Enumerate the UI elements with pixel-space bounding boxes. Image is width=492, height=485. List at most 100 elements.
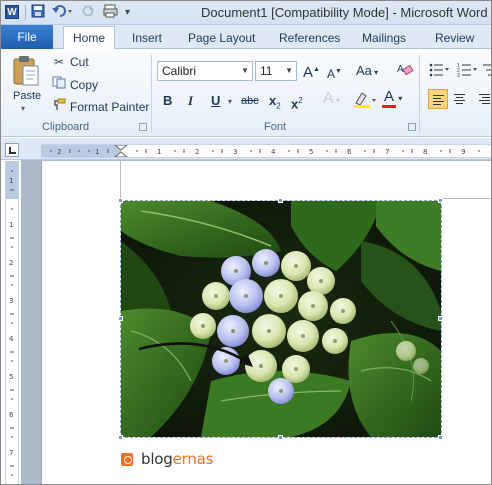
bullets-icon[interactable] xyxy=(429,63,451,81)
change-case-glyph: Aa xyxy=(356,63,372,78)
paste-icon[interactable] xyxy=(11,55,41,87)
svg-text:6: 6 xyxy=(9,411,14,419)
vruler-ticks: 1 1 2 3 4 5 6 7 xyxy=(9,170,14,476)
cut-button[interactable]: ✂ Cut xyxy=(51,54,89,70)
svg-text:7: 7 xyxy=(385,148,389,156)
print-preview-icon[interactable] xyxy=(103,4,121,22)
svg-text:7: 7 xyxy=(9,449,13,457)
customize-qat-icon[interactable]: ▾ xyxy=(125,4,130,22)
font-size-select[interactable]: 11 ▼ xyxy=(255,61,297,81)
bold-button[interactable]: B xyxy=(163,93,172,109)
resize-handle[interactable] xyxy=(118,198,123,203)
svg-text:5: 5 xyxy=(309,148,313,156)
chevron-down-icon: ▼ xyxy=(241,66,249,75)
save-icon[interactable] xyxy=(31,4,45,22)
align-left-button[interactable] xyxy=(428,89,448,109)
resize-handle[interactable] xyxy=(438,198,443,203)
svg-text:1: 1 xyxy=(157,148,161,156)
watermark-suffix: ernas xyxy=(172,450,214,468)
resize-handle[interactable] xyxy=(438,316,443,321)
scissors-icon: ✂ xyxy=(53,55,65,69)
paintbrush-icon xyxy=(51,98,67,115)
word-window: W ▾ Document1 [Compatibility Mode] - Mic… xyxy=(0,0,492,485)
redo-icon[interactable] xyxy=(81,4,95,22)
margin-corner-mark xyxy=(441,198,491,199)
font-family-value: Calibri xyxy=(162,64,197,78)
copy-label: Copy xyxy=(70,78,99,92)
multilevel-list-icon[interactable] xyxy=(483,63,491,81)
highlight-icon[interactable] xyxy=(353,91,379,113)
svg-text:1: 1 xyxy=(9,221,13,229)
subscript-button[interactable]: x2 xyxy=(269,93,281,115)
image-selection-frame xyxy=(120,200,442,438)
italic-button[interactable]: I xyxy=(188,93,193,109)
text-effects-glyph: A xyxy=(323,90,334,107)
clipboard-launcher-icon[interactable] xyxy=(139,123,147,131)
tab-selector-icon[interactable] xyxy=(5,143,19,157)
underline-dropdown-icon[interactable]: ▾ xyxy=(228,94,232,110)
clear-formatting-icon[interactable]: A xyxy=(396,61,414,81)
align-center-button[interactable] xyxy=(453,93,467,107)
align-right-button[interactable] xyxy=(477,93,491,107)
superscript-button[interactable]: x2 xyxy=(291,93,303,112)
text-effects-button[interactable]: A ▾ xyxy=(323,91,340,109)
paste-dropdown-icon[interactable]: ▾ xyxy=(21,104,25,113)
paste-button[interactable]: Paste xyxy=(13,90,41,102)
tab-file[interactable]: File xyxy=(1,25,53,49)
grow-font-glyph: A xyxy=(303,64,314,81)
ruler-ticks: 2 1 1 2 3 4 5 6 7 8 9 xyxy=(50,145,480,157)
font-color-button[interactable]: A ▾ xyxy=(382,88,402,108)
cut-label: Cut xyxy=(70,55,89,69)
resize-handle[interactable] xyxy=(118,316,123,321)
resize-handle[interactable] xyxy=(118,435,123,440)
watermark-prefix: blog xyxy=(141,450,173,468)
shrink-font-glyph: A xyxy=(327,67,336,81)
font-family-select[interactable]: Calibri ▼ xyxy=(157,61,253,81)
blog-watermark-text: blogernas xyxy=(141,450,213,468)
underline-button[interactable]: U xyxy=(211,93,220,109)
svg-text:8: 8 xyxy=(423,148,427,156)
grow-font-button[interactable]: A▲ xyxy=(303,62,320,81)
font-launcher-icon[interactable] xyxy=(408,123,416,131)
format-painter-label: Format Painter xyxy=(70,100,150,114)
group-separator xyxy=(151,55,152,133)
shrink-font-button[interactable]: A▼ xyxy=(327,64,342,82)
numbering-icon[interactable]: 123 xyxy=(457,63,479,81)
blog-logo-icon xyxy=(121,453,133,466)
tab-home[interactable]: Home xyxy=(63,26,116,50)
tab-mailings[interactable]: Mailings xyxy=(362,28,406,48)
clipboard-group-label: Clipboard xyxy=(42,121,90,133)
svg-text:1: 1 xyxy=(95,148,99,156)
svg-text:2: 2 xyxy=(9,259,13,267)
svg-text:2: 2 xyxy=(195,148,199,156)
svg-text:4: 4 xyxy=(9,335,14,343)
svg-text:1: 1 xyxy=(9,177,13,185)
font-size-value: 11 xyxy=(260,64,273,78)
tab-insert[interactable]: Insert xyxy=(132,28,162,48)
resize-handle[interactable] xyxy=(278,435,283,440)
tab-page-layout[interactable]: Page Layout xyxy=(188,28,255,48)
copy-icon xyxy=(51,76,67,93)
group-separator xyxy=(419,55,420,133)
tab-review[interactable]: Review xyxy=(435,28,474,48)
underline-glyph: U xyxy=(211,93,221,108)
svg-text:3: 3 xyxy=(457,73,460,77)
vertical-ruler[interactable]: 1 1 2 3 4 5 6 7 xyxy=(5,161,19,484)
svg-text:2: 2 xyxy=(57,148,61,156)
copy-button[interactable]: Copy xyxy=(51,76,98,92)
format-painter-button[interactable]: Format Painter xyxy=(51,98,149,114)
window-title: Document1 [Compatibility Mode] - Microso… xyxy=(201,5,488,20)
resize-handle[interactable] xyxy=(278,198,283,203)
change-case-button[interactable]: Aa ▾ xyxy=(356,63,378,81)
font-group-label: Font xyxy=(264,121,287,133)
undo-icon[interactable] xyxy=(51,4,73,22)
tab-references[interactable]: References xyxy=(279,28,340,48)
svg-text:4: 4 xyxy=(271,148,276,156)
horizontal-ruler[interactable]: 2 1 1 2 3 4 5 6 7 8 9 xyxy=(41,144,491,158)
resize-handle[interactable] xyxy=(438,435,443,440)
strikethrough-button[interactable]: abc xyxy=(241,93,259,109)
font-color-glyph: A xyxy=(382,88,397,108)
svg-text:3: 3 xyxy=(233,148,237,156)
margin-corner-mark xyxy=(120,161,121,199)
word-app-icon[interactable]: W xyxy=(5,5,19,19)
